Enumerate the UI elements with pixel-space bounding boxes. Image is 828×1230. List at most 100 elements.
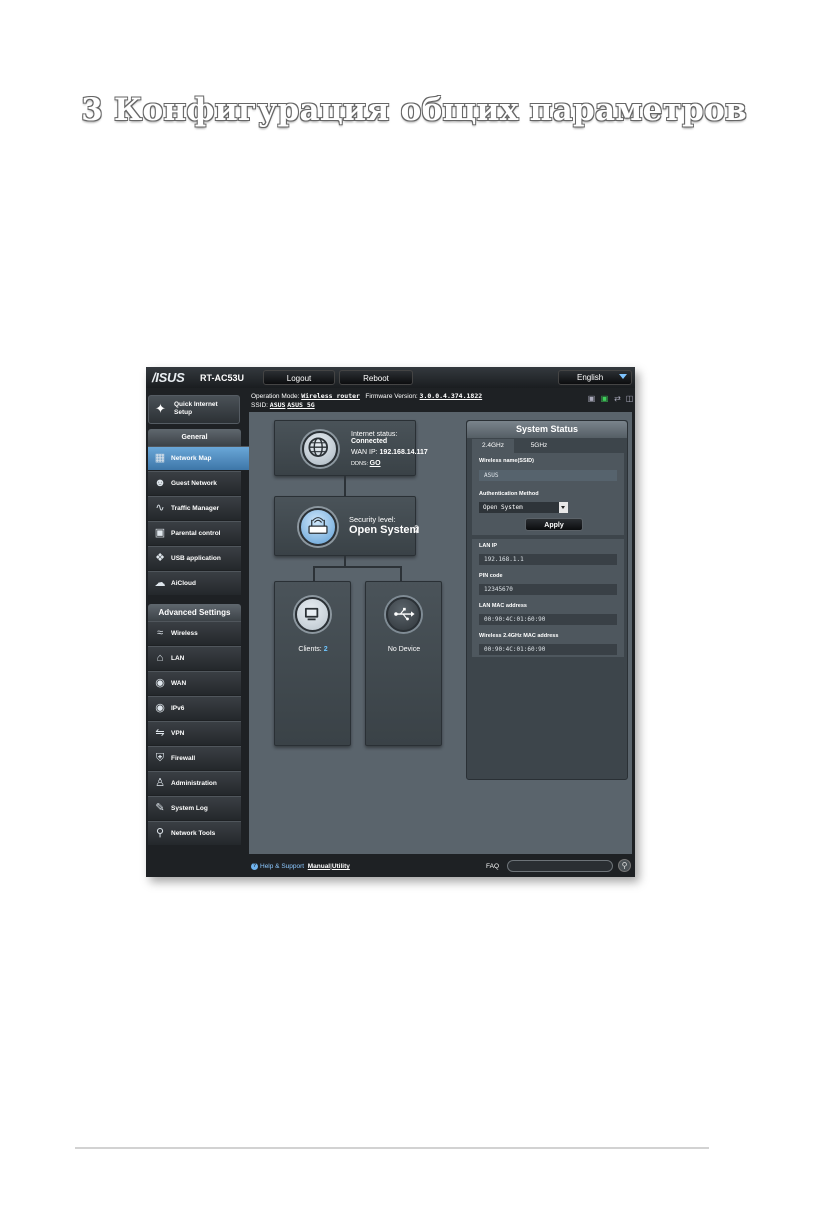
logout-button[interactable]: Logout [263, 370, 335, 385]
sidebar-item-system-log[interactable]: ✎ System Log [148, 796, 241, 820]
security-level-label: Security level: [349, 515, 396, 524]
lock-icon: ▣ [154, 527, 166, 539]
unlock-icon: ⚳ [413, 524, 420, 534]
ssid2-link[interactable]: ASUS_5G [287, 401, 314, 409]
fw-link[interactable]: 3.0.0.4.374.1822 [420, 392, 483, 400]
ddns-label: DDNS: [351, 461, 369, 467]
home-icon: ⌂ [156, 652, 164, 664]
ssid-label: SSID: [251, 402, 268, 409]
internet-status-label: Internet status: [351, 431, 398, 438]
internet-status-card[interactable]: Internet status: Connected WAN IP: 192.1… [274, 420, 428, 476]
manual-link[interactable]: Manual [308, 863, 330, 870]
router-screenshot: /ISUS RT-AC53U Logout Reboot English Ope… [146, 367, 635, 877]
pin-code-value: 12345670 [479, 584, 617, 595]
sidebar-item-guest-network[interactable]: ☻ Guest Network [148, 471, 241, 495]
admin-icon: ♙ [155, 777, 165, 789]
tools-icon: ⚲ [155, 827, 165, 839]
sidebar-item-administration[interactable]: ♙ Administration [148, 771, 241, 795]
auth-field-label: Authentication Method [479, 491, 539, 497]
router-icon [299, 508, 337, 546]
ddns-link[interactable]: GO [370, 460, 381, 467]
usb-status-icon[interactable]: ⇄ [613, 395, 622, 403]
cloud-icon: ☁ [154, 577, 166, 589]
security-level-value: Open System [349, 524, 420, 536]
sidebar-item-ipv6[interactable]: ◉ IPv6 [148, 696, 241, 720]
language-select[interactable]: English [558, 370, 632, 385]
ipv6-globe-icon: ◉ [155, 702, 165, 714]
op-mode-link[interactable]: Wireless router [301, 392, 360, 400]
faq-label: FAQ [486, 863, 500, 870]
connector-line [344, 476, 346, 496]
top-bar: /ISUS RT-AC53U Logout Reboot English [146, 367, 635, 388]
advanced-section-title: Advanced Settings [148, 604, 241, 621]
internet-status-icon[interactable]: ▣ [600, 395, 609, 403]
sidebar-item-wireless[interactable]: ≈ Wireless [148, 621, 241, 645]
sidebar-item-parental-control[interactable]: ▣ Parental control [148, 521, 241, 545]
auth-method-select[interactable]: Open System [479, 502, 568, 513]
sidebar-item-label: Firewall [171, 755, 196, 762]
sidebar-item-label: WAN [171, 680, 187, 687]
clients-status-icon[interactable]: ▣ [587, 395, 596, 403]
wireless-mac-label: Wireless 2.4GHz MAC address [479, 633, 559, 639]
clients-card[interactable]: Clients: 2 [274, 581, 351, 746]
lan-info-panel: LAN IP 192.168.1.1 PIN code 12345670 LAN… [472, 539, 624, 657]
info-bar: Operation Mode: Wireless router Firmware… [249, 389, 635, 411]
router-security-card[interactable]: Security level: Open System ⚳ [274, 496, 420, 556]
lan-ip-value: 192.168.1.1 [479, 554, 617, 565]
sidebar-item-network-map[interactable]: ▦ Network Map [148, 446, 256, 470]
wan-ip-value: 192.168.14.117 [379, 449, 428, 456]
ssid-input[interactable]: ASUS [479, 470, 617, 481]
lan-mac-value: 00:90:4C:01:60:90 [479, 614, 617, 625]
sidebar-item-network-tools[interactable]: ⚲ Network Tools [148, 821, 241, 845]
auth-method-value: Open System [483, 504, 523, 511]
sidebar-item-label: Parental control [171, 530, 221, 537]
ssid1-link[interactable]: ASUS [270, 401, 286, 409]
wps-status-icon[interactable]: ◫ [625, 395, 634, 403]
sidebar-item-label: USB application [171, 555, 221, 562]
faq-search-input[interactable] [507, 860, 613, 872]
sidebar-item-traffic-manager[interactable]: ∿ Traffic Manager [148, 496, 241, 520]
sidebar-item-label: Administration [171, 780, 217, 787]
tab-2-4ghz[interactable]: 2.4GHz [472, 439, 514, 453]
page-heading: 3 Конфигурация общих параметров [81, 92, 747, 128]
monitor-icon [295, 597, 330, 632]
sidebar-item-lan[interactable]: ⌂ LAN [148, 646, 241, 670]
op-mode-label: Operation Mode: [251, 393, 300, 400]
sidebar-item-aicloud[interactable]: ☁ AiCloud [148, 571, 241, 595]
tab-5ghz[interactable]: 5GHz [518, 439, 560, 453]
sidebar-item-wan[interactable]: ◉ WAN [148, 671, 241, 695]
help-support-link[interactable]: Help & Support [260, 863, 304, 870]
chevron-down-icon [559, 502, 568, 513]
globe-icon: ◉ [155, 677, 165, 689]
sidebar-item-firewall[interactable]: ⛨ Firewall [148, 746, 241, 770]
globe-icon [302, 431, 338, 467]
utility-link[interactable]: Utility [332, 863, 350, 870]
sidebar-item-label: IPv6 [171, 705, 185, 712]
bottom-rule [75, 1147, 709, 1149]
pin-code-label: PIN code [479, 573, 503, 579]
usb-status: No Device [387, 646, 421, 653]
log-icon: ✎ [155, 802, 165, 814]
band-tabs: 2.4GHz 5GHz [472, 439, 624, 453]
usb-card[interactable]: No Device [365, 581, 442, 746]
language-value: English [577, 373, 604, 382]
clients-label: Clients: [298, 646, 322, 653]
quick-internet-setup-button[interactable]: ✦ Quick Internet Setup [148, 395, 240, 424]
lan-ip-label: LAN IP [479, 543, 498, 549]
apply-button[interactable]: Apply [525, 518, 583, 531]
puzzle-icon: ❖ [155, 552, 165, 564]
traffic-manager-icon: ∿ [155, 502, 165, 514]
clients-count[interactable]: 2 [324, 646, 328, 653]
sidebar-item-label: AiCloud [171, 580, 196, 587]
search-icon[interactable]: ⚲ [618, 859, 631, 872]
qis-label: Quick Internet Setup [174, 401, 218, 416]
asus-logo: /ISUS [152, 370, 185, 385]
sidebar-item-usb-application[interactable]: ❖ USB application [148, 546, 241, 570]
help-icon: ? [251, 863, 258, 870]
wireless-settings-panel: Wireless name(SSID) ASUS Authentication … [472, 453, 624, 535]
reboot-button[interactable]: Reboot [339, 370, 413, 385]
chevron-down-icon [619, 374, 627, 379]
internet-status-value: Connected [351, 438, 388, 445]
system-status-title: System Status [467, 421, 627, 438]
sidebar-item-vpn[interactable]: ⇋ VPN [148, 721, 241, 745]
